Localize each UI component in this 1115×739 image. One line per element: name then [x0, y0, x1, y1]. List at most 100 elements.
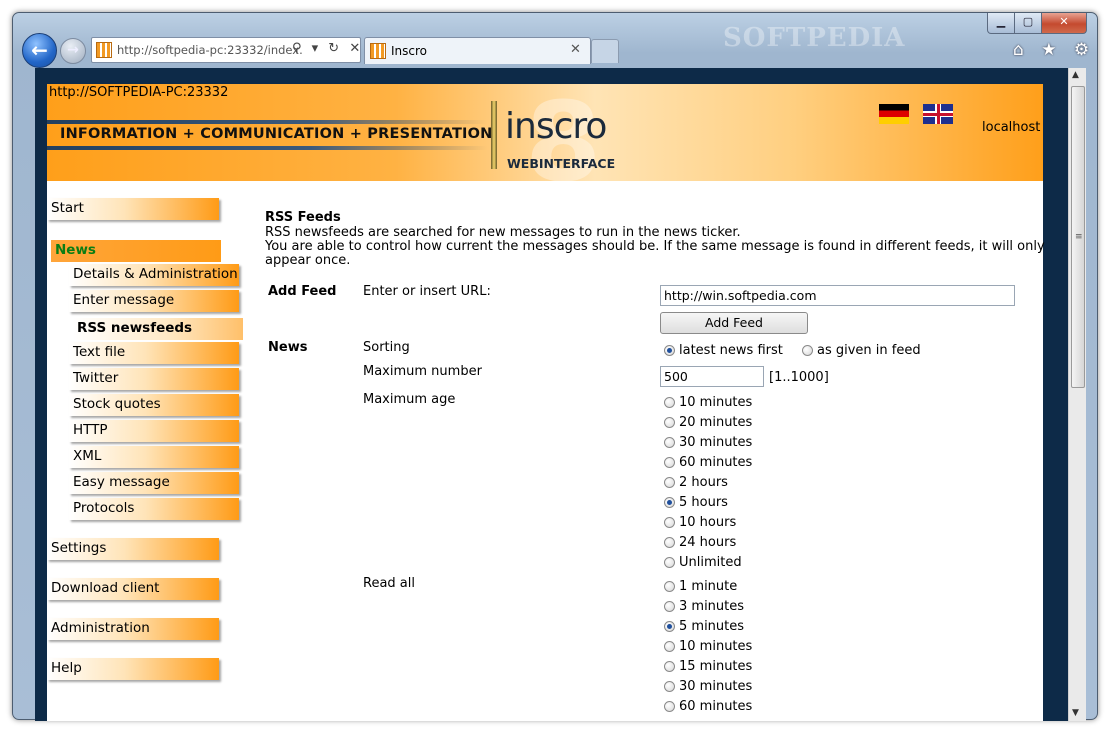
nav-twitter[interactable]: Twitter [69, 368, 239, 390]
max-age-option-radio[interactable] [664, 397, 675, 408]
read-all-option-label[interactable]: 15 minutes [679, 659, 752, 674]
nav-settings[interactable]: Settings [47, 538, 219, 560]
max-number-label: Maximum number [363, 364, 482, 379]
max-age-option-label[interactable]: 60 minutes [679, 455, 752, 470]
tab-close-icon[interactable]: ✕ [570, 42, 581, 57]
read-all-option-radio[interactable] [664, 661, 675, 672]
sorting-label: Sorting [363, 340, 410, 355]
scroll-up-icon[interactable]: ▲ [1072, 70, 1079, 80]
read-all-option-radio[interactable] [664, 601, 675, 612]
grip-icon: ≡ [1075, 232, 1083, 242]
nav-news[interactable]: News [51, 240, 221, 262]
sorting-given-label[interactable]: as given in feed [817, 343, 921, 358]
max-age-option-radio[interactable] [664, 537, 675, 548]
scroll-thumb[interactable]: ≡ [1071, 86, 1085, 388]
logo: inscro [505, 106, 607, 147]
nav-download-client[interactable]: Download client [47, 578, 219, 600]
uk-flag-icon[interactable] [923, 104, 953, 124]
nav-administration[interactable]: Administration [47, 618, 219, 640]
read-all-option-label[interactable]: 1 minute [679, 579, 737, 594]
description-line-3: appear once. [265, 253, 351, 268]
nav-http[interactable]: HTTP [69, 420, 239, 442]
sorting-latest-radio[interactable] [664, 345, 675, 356]
max-age-option-radio[interactable] [664, 497, 675, 508]
logo-bar [491, 101, 497, 169]
max-age-label: Maximum age [363, 392, 456, 407]
new-tab-button[interactable] [591, 39, 619, 63]
softpedia-watermark: SOFTPEDIA [723, 23, 906, 53]
read-all-option-label[interactable]: 10 minutes [679, 639, 752, 654]
logo-subtitle: WEBINTERFACE [507, 156, 616, 171]
max-age-option-label[interactable]: 10 minutes [679, 395, 752, 410]
address-url[interactable]: http://softpedia-pc:23332/index. [117, 43, 303, 57]
page-viewport: http://SOFTPEDIA-PC:23332 INFORMATION + … [35, 68, 1068, 721]
maximize-button[interactable]: ▢ [1014, 13, 1042, 34]
add-feed-button[interactable]: Add Feed [660, 312, 808, 334]
max-number-range: [1..1000] [769, 370, 829, 385]
max-age-option-label[interactable]: Unlimited [679, 555, 742, 570]
url-label: Enter or insert URL: [363, 284, 491, 299]
read-all-option-radio[interactable] [664, 681, 675, 692]
banner-stripe [47, 120, 487, 124]
read-all-option-label[interactable]: 60 minutes [679, 699, 752, 714]
vertical-scrollbar[interactable]: ▲ ≡ ▼ [1068, 68, 1086, 721]
nav-rss-newsfeeds[interactable]: RSS newsfeeds [73, 318, 243, 340]
read-all-option-radio[interactable] [664, 701, 675, 712]
max-age-option-label[interactable]: 10 hours [679, 515, 736, 530]
browser-window: ▁ ▢ ✕ SOFTPEDIA ← → http://softpedia-pc:… [12, 12, 1098, 721]
address-bar[interactable]: http://softpedia-pc:23332/index. ⚲ ▾ ↻ ✕ [91, 37, 361, 63]
max-age-option-label[interactable]: 24 hours [679, 535, 736, 550]
add-feed-heading: Add Feed [268, 284, 337, 299]
feed-url-input[interactable] [660, 285, 1015, 306]
sorting-given-radio[interactable] [802, 345, 813, 356]
read-all-option-label[interactable]: 5 minutes [679, 619, 744, 634]
max-age-option-label[interactable]: 2 hours [679, 475, 728, 490]
description-line-1: RSS newsfeeds are searched for new messa… [265, 225, 741, 240]
max-age-option-radio[interactable] [664, 517, 675, 528]
read-all-option-label[interactable]: 3 minutes [679, 599, 744, 614]
back-button[interactable]: ← [22, 33, 57, 68]
max-age-option-radio[interactable] [664, 437, 675, 448]
tagline: INFORMATION + COMMUNICATION + PRESENTATI… [60, 126, 493, 142]
max-age-option-label[interactable]: 30 minutes [679, 435, 752, 450]
max-age-option-radio[interactable] [664, 417, 675, 428]
close-window-button[interactable]: ✕ [1041, 13, 1087, 34]
read-all-option-radio[interactable] [664, 621, 675, 632]
page-title: RSS Feeds [265, 210, 341, 225]
nav-help[interactable]: Help [47, 658, 219, 680]
nav-easy-message[interactable]: Easy message [69, 472, 239, 494]
max-age-option-radio[interactable] [664, 477, 675, 488]
home-favorites-tools-icons[interactable]: ⌂ ★ ⚙ [1013, 40, 1095, 60]
read-all-option-radio[interactable] [664, 641, 675, 652]
inscro-favicon-icon [96, 42, 112, 58]
news-heading: News [268, 340, 308, 355]
forward-button[interactable]: → [60, 38, 86, 64]
read-all-option-radio[interactable] [664, 581, 675, 592]
banner-stripe [47, 146, 487, 150]
tab-inscro[interactable]: Inscro ✕ [364, 37, 591, 64]
header-banner: http://SOFTPEDIA-PC:23332 INFORMATION + … [47, 78, 1043, 206]
german-flag-icon[interactable] [879, 104, 909, 124]
nav-xml[interactable]: XML [69, 446, 239, 468]
host-url: http://SOFTPEDIA-PC:23332 [49, 85, 229, 100]
max-age-option-label[interactable]: 5 hours [679, 495, 728, 510]
max-age-option-radio[interactable] [664, 457, 675, 468]
page: http://SOFTPEDIA-PC:23332 INFORMATION + … [47, 78, 1045, 721]
nav-stock-quotes[interactable]: Stock quotes [69, 394, 239, 416]
nav-text-file[interactable]: Text file [69, 342, 239, 364]
minimize-button[interactable]: ▁ [987, 13, 1015, 34]
sorting-latest-label[interactable]: latest news first [679, 343, 783, 358]
read-all-label: Read all [363, 576, 415, 591]
nav-start[interactable]: Start [47, 198, 219, 220]
max-age-option-label[interactable]: 20 minutes [679, 415, 752, 430]
nav-details-administration[interactable]: Details & Administration [69, 264, 239, 286]
nav-protocols[interactable]: Protocols [69, 498, 239, 520]
tab-favicon-icon [370, 43, 386, 59]
max-age-option-radio[interactable] [664, 557, 675, 568]
max-number-input[interactable] [660, 366, 764, 387]
address-tools-icons[interactable]: ⚲ ▾ ↻ ✕ [292, 41, 363, 56]
read-all-option-label[interactable]: 30 minutes [679, 679, 752, 694]
nav-enter-message[interactable]: Enter message [69, 290, 239, 312]
scroll-down-icon[interactable]: ▼ [1072, 708, 1079, 718]
tab-title: Inscro [391, 44, 428, 58]
